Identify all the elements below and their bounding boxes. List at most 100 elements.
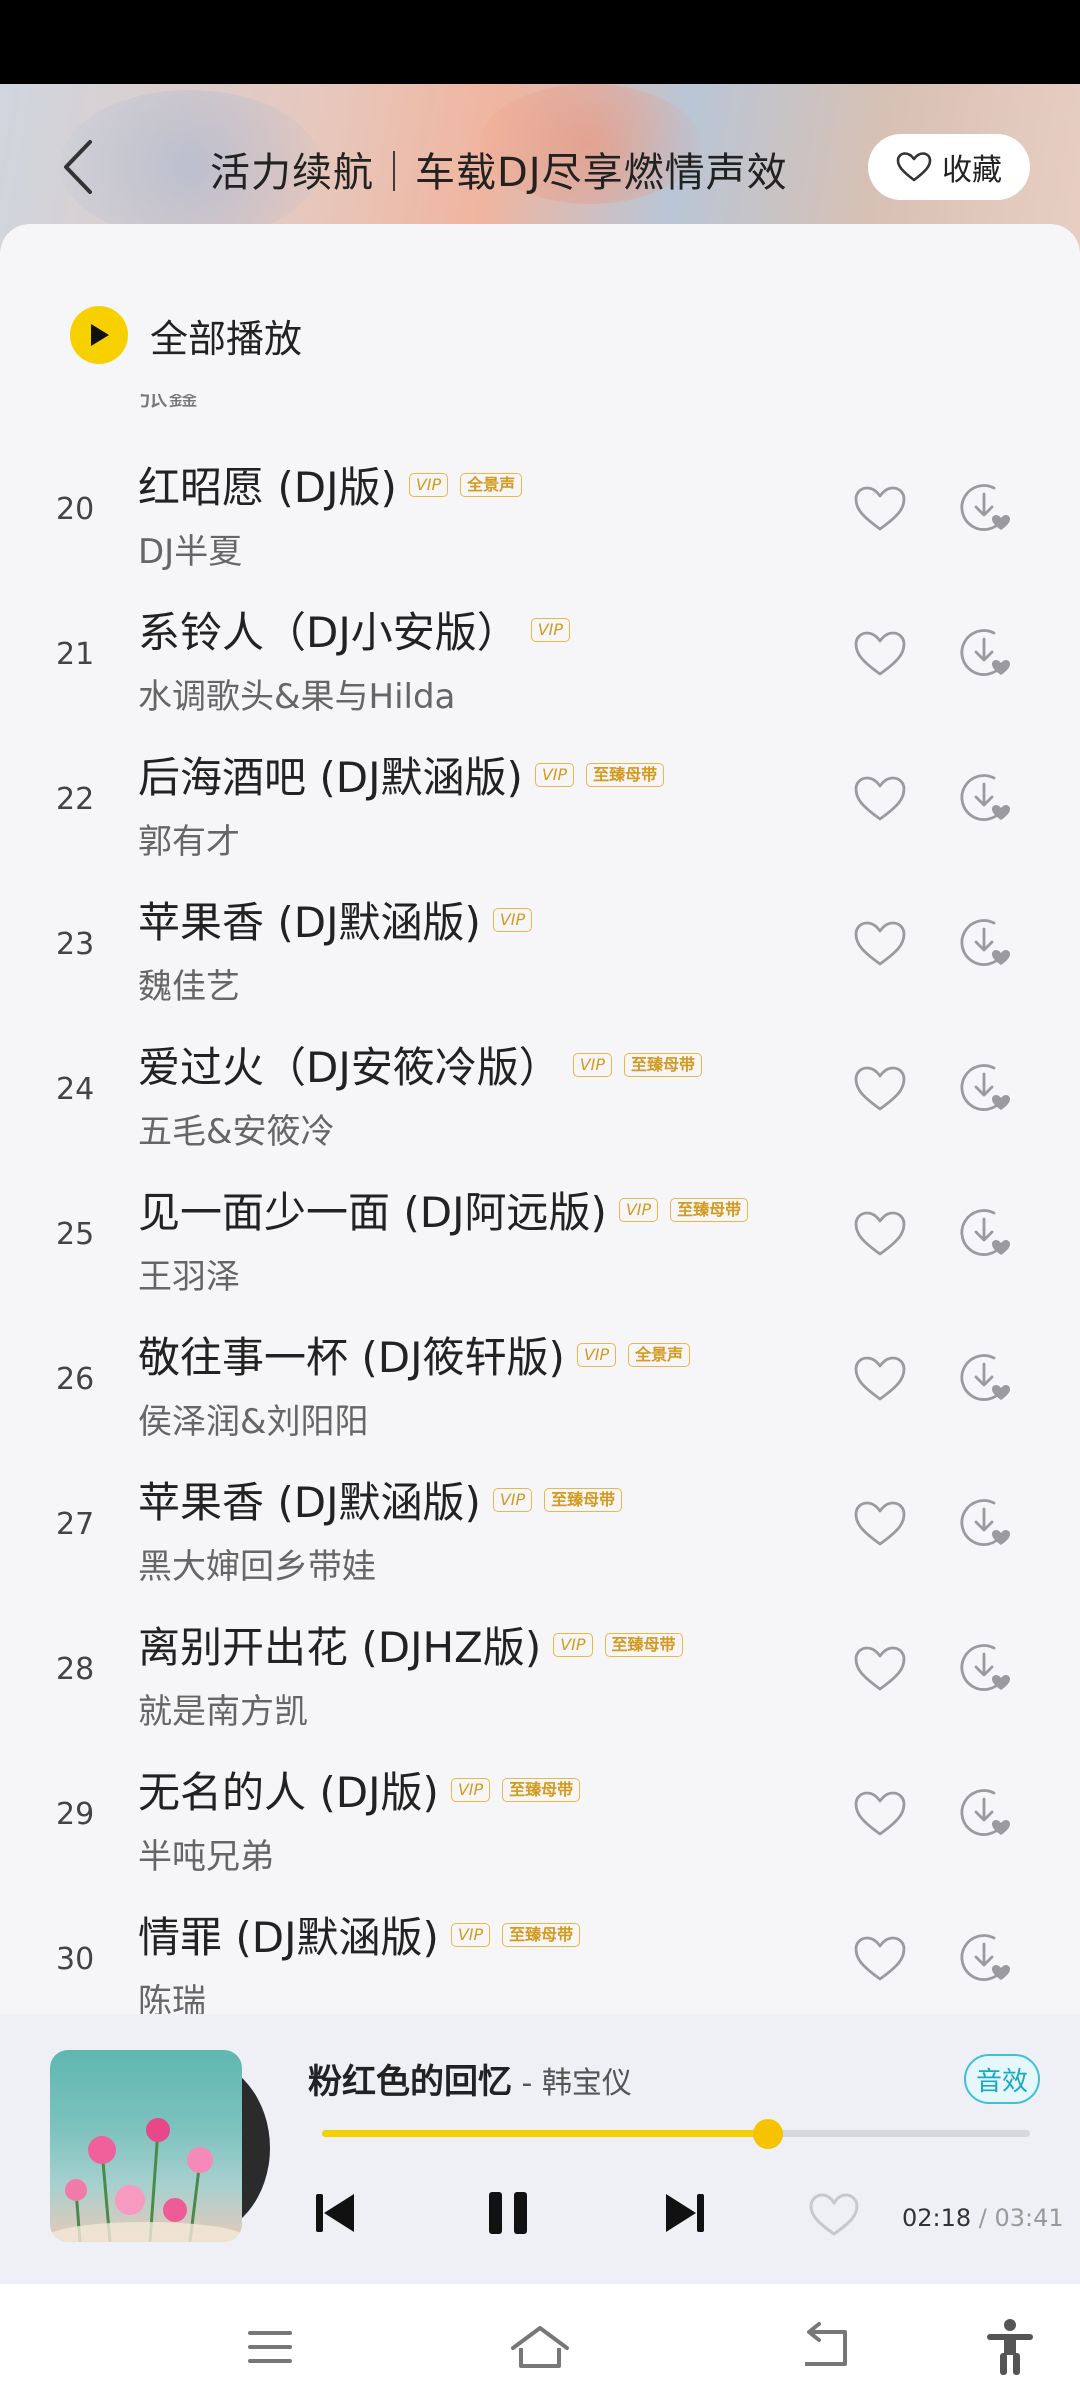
album-cover[interactable] (50, 2050, 242, 2242)
download-icon (960, 919, 1010, 966)
download-button[interactable] (958, 1495, 1014, 1551)
pause-button[interactable] (484, 2188, 534, 2238)
heart-icon (896, 152, 932, 182)
like-button[interactable] (852, 774, 908, 824)
download-button[interactable] (958, 1640, 1014, 1696)
list-item-artist-partial: 张鑫 (138, 394, 198, 413)
heart-icon (854, 486, 906, 531)
playlist-sheet: 全部播放 张鑫 20 红昭愿 (DJ版) VIP 全景声 DJ半夏 21 系铃人（… (0, 224, 1080, 2014)
song-number: 29 (56, 1797, 95, 1832)
mini-player[interactable]: 粉红色的回忆 - 韩宝仪 音效 02:18 / 03:41 (0, 2014, 1080, 2284)
like-button[interactable] (852, 1934, 908, 1984)
song-artist: 水调歌头&果与Hilda (138, 677, 456, 717)
page-title: 活力续航｜车载DJ尽享燃情声效 (210, 150, 788, 196)
download-icon (960, 484, 1010, 531)
chevron-left-icon (64, 140, 92, 194)
song-row[interactable]: 28 离别开出花 (DJHZ版) VIP 至臻母带 就是南方凯 (0, 1602, 1080, 1747)
song-row[interactable]: 29 无名的人 (DJ版) VIP 至臻母带 半吨兄弟 (0, 1747, 1080, 1892)
song-number: 26 (56, 1362, 95, 1397)
song-artist: 郭有才 (138, 822, 240, 862)
download-button[interactable] (958, 770, 1014, 826)
song-title-row: 苹果香 (DJ默涵版) VIP 至臻母带 (138, 1469, 623, 1530)
like-button[interactable] (852, 1644, 908, 1694)
vip-badge: VIP (492, 907, 533, 932)
quality-badge: 至臻母带 (502, 1922, 581, 1947)
song-number: 23 (56, 927, 95, 962)
skip-previous-icon (316, 2194, 354, 2232)
quality-badge: 至臻母带 (624, 1052, 703, 1077)
song-artist: 就是南方凯 (138, 1692, 308, 1732)
song-row[interactable]: 21 系铃人（DJ小安版） VIP 水调歌头&果与Hilda (0, 587, 1080, 732)
song-artist: DJ半夏 (138, 532, 243, 572)
song-row[interactable]: 24 爱过火（DJ安筱冷版） VIP 至臻母带 五毛&安筱冷 (0, 1022, 1080, 1167)
playback-time: 02:18 / 03:41 (902, 2204, 1064, 2232)
like-button[interactable] (852, 629, 908, 679)
vip-badge: VIP (530, 617, 571, 642)
song-artist: 半吨兄弟 (138, 1837, 274, 1877)
song-row[interactable]: 23 苹果香 (DJ默涵版) VIP 魏佳艺 (0, 877, 1080, 1022)
collect-button[interactable]: 收藏 (868, 134, 1030, 200)
download-button[interactable] (958, 480, 1014, 536)
previous-button[interactable] (312, 2188, 358, 2238)
song-artist: 陈瑞 (138, 1982, 206, 2014)
download-button[interactable] (958, 1205, 1014, 1261)
song-title: 苹果香 (DJ默涵版) (138, 898, 481, 947)
download-button[interactable] (958, 1350, 1014, 1406)
nav-menu-button[interactable] (235, 2312, 305, 2382)
download-icon (960, 1064, 1010, 1111)
quality-badge: 至臻母带 (604, 1632, 683, 1657)
progress-bar[interactable] (322, 2119, 1030, 2149)
back-button[interactable] (56, 132, 106, 202)
back-arrow-icon (805, 2322, 847, 2366)
song-row[interactable]: 27 苹果香 (DJ默涵版) VIP 至臻母带 黑大婶回乡带娃 (0, 1457, 1080, 1602)
nav-back-button[interactable] (790, 2312, 860, 2382)
quality-badge: 全景声 (460, 472, 523, 497)
song-title-row: 爱过火（DJ安筱冷版） VIP 至臻母带 (138, 1034, 703, 1095)
like-button[interactable] (852, 1789, 908, 1839)
heart-icon (809, 2193, 859, 2236)
like-button[interactable] (852, 1354, 908, 1404)
like-button[interactable] (852, 1209, 908, 1259)
quality-badge: 至臻母带 (586, 762, 665, 787)
quality-badge: 至臻母带 (502, 1777, 581, 1802)
song-row[interactable]: 20 红昭愿 (DJ版) VIP 全景声 DJ半夏 (0, 442, 1080, 587)
accessibility-icon (987, 2319, 1033, 2375)
download-button[interactable] (958, 625, 1014, 681)
download-button[interactable] (958, 1785, 1014, 1841)
like-button[interactable] (852, 919, 908, 969)
song-row[interactable]: 30 情罪 (DJ默涵版) VIP 至臻母带 陈瑞 (0, 1892, 1080, 2014)
song-list: 20 红昭愿 (DJ版) VIP 全景声 DJ半夏 21 系铃人（DJ小安版） V… (0, 442, 1080, 2014)
now-playing-separator: - (512, 2066, 542, 2101)
heart-icon (854, 1501, 906, 1546)
download-button[interactable] (958, 1060, 1014, 1116)
song-number: 21 (56, 637, 95, 672)
like-button[interactable] (852, 1499, 908, 1549)
nav-home-button[interactable] (505, 2312, 575, 2382)
like-button[interactable] (852, 484, 908, 534)
next-button[interactable] (662, 2188, 708, 2238)
progress-knob[interactable] (753, 2119, 784, 2149)
like-button[interactable] (808, 2192, 860, 2238)
vip-badge: VIP (618, 1197, 659, 1222)
sound-effect-button[interactable]: 音效 (964, 2054, 1040, 2104)
vip-badge: VIP (576, 1342, 617, 1367)
nav-accessibility-button[interactable] (975, 2312, 1045, 2382)
heart-icon (854, 776, 906, 821)
home-icon (511, 2326, 569, 2368)
heart-icon (854, 921, 906, 966)
status-bar (0, 0, 1080, 84)
system-navigation-bar (0, 2284, 1080, 2408)
song-number: 24 (56, 1072, 95, 1107)
song-title-row: 系铃人（DJ小安版） VIP (138, 599, 571, 660)
song-row[interactable]: 25 见一面少一面 (DJ阿远版) VIP 至臻母带 王羽泽 (0, 1167, 1080, 1312)
download-button[interactable] (958, 1930, 1014, 1986)
now-playing-song: 粉红色的回忆 (308, 2062, 512, 2102)
song-row[interactable]: 26 敬往事一杯 (DJ筱轩版) VIP 全景声 侯泽润&刘阳阳 (0, 1312, 1080, 1457)
download-button[interactable] (958, 915, 1014, 971)
song-number: 25 (56, 1217, 95, 1252)
heart-icon (854, 1646, 906, 1691)
play-all-button[interactable]: 全部播放 (70, 306, 302, 364)
song-row[interactable]: 22 后海酒吧 (DJ默涵版) VIP 至臻母带 郭有才 (0, 732, 1080, 877)
like-button[interactable] (852, 1064, 908, 1114)
current-time: 02:18 (902, 2204, 972, 2232)
